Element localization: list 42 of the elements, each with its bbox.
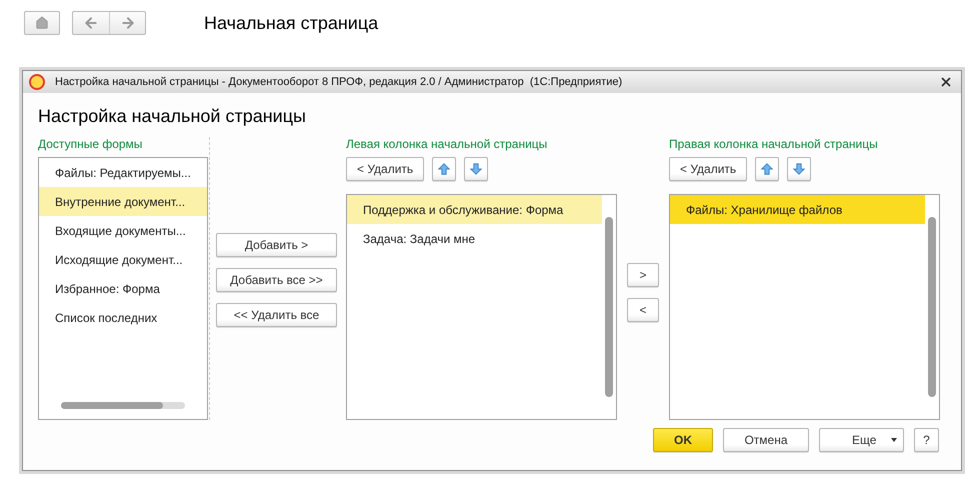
page-title: Начальная страница bbox=[204, 12, 378, 34]
up-arrow-icon bbox=[760, 162, 774, 176]
down-arrow-icon bbox=[469, 162, 484, 176]
remove-button[interactable]: < Удалить bbox=[669, 157, 748, 181]
down-arrow-icon bbox=[792, 162, 806, 176]
dialog-heading: Настройка начальной страницы bbox=[38, 106, 307, 127]
back-arrow-icon bbox=[83, 15, 99, 31]
transfer-button[interactable]: Добавить > bbox=[216, 233, 337, 257]
list-label: Правая колонка начальной страницы bbox=[669, 137, 879, 153]
list-item[interactable]: Поддержка и обслуживание: Форма bbox=[347, 195, 602, 224]
list-item[interactable]: Список последних bbox=[39, 303, 207, 332]
window-title: Настройка начальной страницы - Документооборот 8 ПРОФ, редакция 2.0 / Администратор (1С:Предприятие) bbox=[55, 76, 624, 88]
transfer-button[interactable]: << Удалить все bbox=[216, 303, 337, 327]
list-item[interactable]: Избранное: Форма bbox=[39, 274, 207, 303]
help-button[interactable]: ? bbox=[914, 428, 939, 452]
list-item[interactable]: Внутренние документ... bbox=[39, 187, 207, 216]
list-item[interactable]: Исходящие документ... bbox=[39, 245, 207, 274]
transfer-button[interactable]: Добавить все >> bbox=[216, 268, 337, 292]
close-button[interactable] bbox=[939, 75, 953, 89]
forward-arrow-icon bbox=[120, 15, 136, 31]
more-button[interactable]: Еще bbox=[819, 428, 904, 452]
list-item[interactable]: Файлы: Хранилище файлов bbox=[670, 195, 925, 224]
list-label: Левая колонка начальной страницы bbox=[346, 137, 548, 153]
cancel-button[interactable]: Отмена bbox=[723, 428, 809, 452]
up-arrow-icon bbox=[437, 162, 452, 176]
ok-button[interactable]: OK bbox=[653, 428, 713, 452]
caret-icon bbox=[891, 438, 897, 442]
remove-button[interactable]: < Удалить bbox=[346, 157, 424, 181]
close-icon bbox=[939, 75, 953, 89]
move-down-button[interactable] bbox=[464, 157, 488, 181]
move-up-button[interactable] bbox=[755, 157, 780, 181]
list-label: Доступные формы bbox=[38, 137, 144, 153]
app-logo-icon bbox=[29, 74, 45, 90]
move-down-button[interactable] bbox=[787, 157, 812, 181]
move-button[interactable]: > bbox=[627, 263, 659, 287]
home-icon bbox=[35, 16, 49, 30]
home-button[interactable] bbox=[24, 11, 60, 35]
list-item[interactable]: Входящие документы... bbox=[39, 216, 207, 245]
list-item[interactable]: Файлы: Редактируемы... bbox=[39, 158, 207, 187]
list-item[interactable]: Задача: Задачи мне bbox=[347, 224, 602, 253]
move-up-button[interactable] bbox=[432, 157, 456, 181]
move-button[interactable]: < bbox=[627, 298, 659, 322]
